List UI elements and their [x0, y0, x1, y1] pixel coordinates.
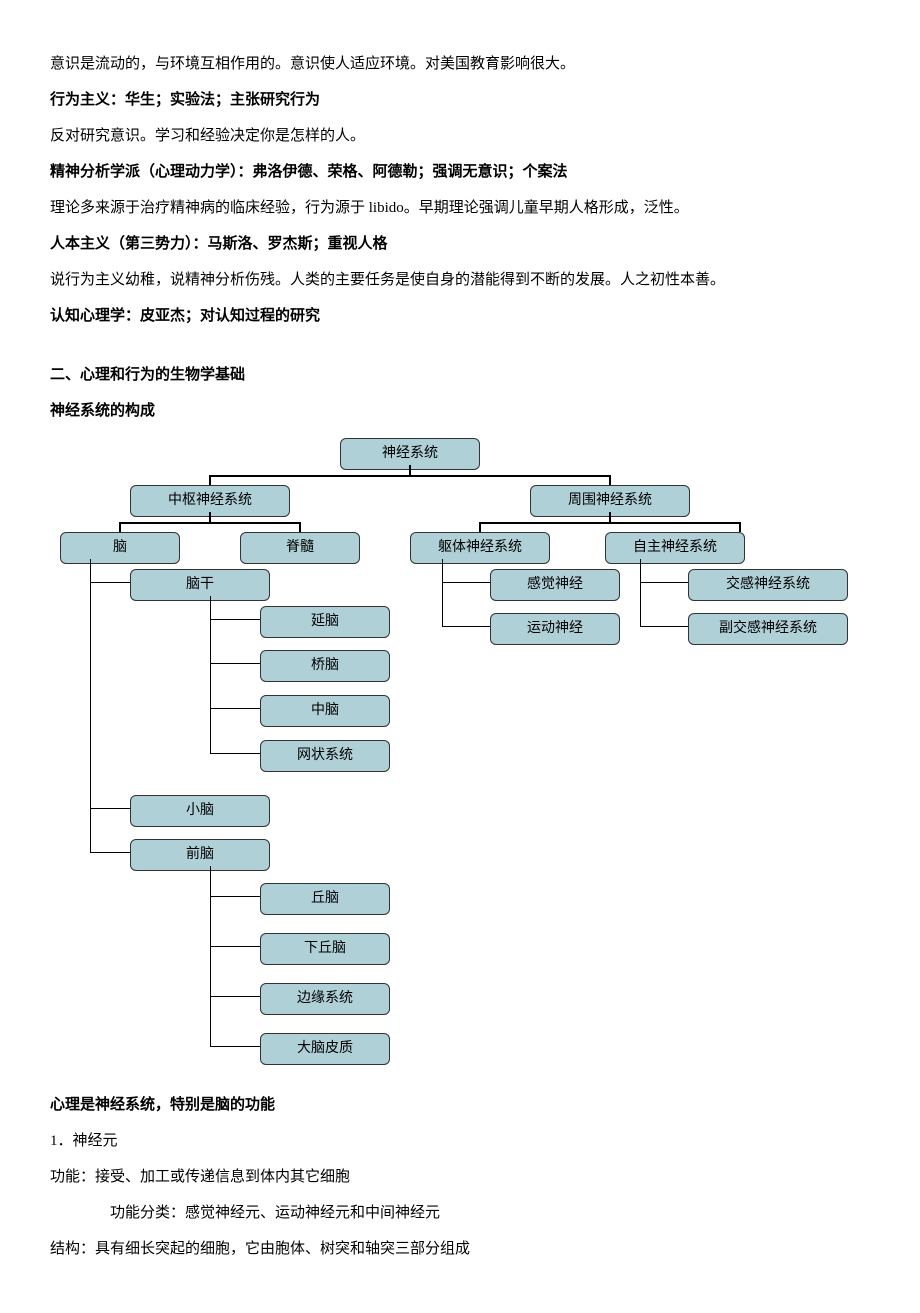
node-autonomic: 自主神经系统: [605, 532, 745, 564]
paragraph-neuron-classification: 功能分类：感觉神经元、运动神经元和中间神经元: [50, 1201, 870, 1225]
section-2-subtitle: 神经系统的构成: [50, 399, 870, 423]
paragraph-neuron-heading: 1．神经元: [50, 1129, 870, 1153]
heading-behaviorism: 行为主义：华生；实验法；主张研究行为: [50, 88, 870, 112]
node-thalamus: 丘脑: [260, 883, 390, 915]
nervous-system-diagram: 神经系统 中枢神经系统 周围神经系统 脑 脊髓 躯体神经系统 自主神经系统 脑干…: [50, 438, 860, 1078]
paragraph-neuron-function: 功能：接受、加工或传递信息到体内其它细胞: [50, 1165, 870, 1189]
paragraph-neuron-structure: 结构：具有细长突起的细胞，它由胞体、树突和轴突三部分组成: [50, 1237, 870, 1261]
node-sensory: 感觉神经: [490, 569, 620, 601]
paragraph: 说行为主义幼稚，说精神分析伤残。人类的主要任务是使自身的潜能得到不断的发展。人之…: [50, 268, 870, 292]
node-hypothalamus: 下丘脑: [260, 933, 390, 965]
node-somatic: 躯体神经系统: [410, 532, 550, 564]
node-brain: 脑: [60, 532, 180, 564]
paragraph: 意识是流动的，与环境互相作用的。意识使人适应环境。对美国教育影响很大。: [50, 52, 870, 76]
node-sympathetic: 交感神经系统: [688, 569, 848, 601]
paragraph-brain-function: 心理是神经系统，特别是脑的功能: [50, 1093, 870, 1117]
paragraph: 理论多来源于治疗精神病的临床经验，行为源于 libido。早期理论强调儿童早期人…: [50, 196, 870, 220]
section-2-title: 二、心理和行为的生物学基础: [50, 363, 870, 387]
node-cerebellum: 小脑: [130, 795, 270, 827]
node-reticular: 网状系统: [260, 740, 390, 772]
node-cortex: 大脑皮质: [260, 1033, 390, 1065]
node-motor: 运动神经: [490, 613, 620, 645]
node-parasympathetic: 副交感神经系统: [688, 613, 848, 645]
node-medulla: 延脑: [260, 606, 390, 638]
node-midbrain: 中脑: [260, 695, 390, 727]
node-limbic: 边缘系统: [260, 983, 390, 1015]
paragraph: 反对研究意识。学习和经验决定你是怎样的人。: [50, 124, 870, 148]
heading-humanism: 人本主义（第三势力）：马斯洛、罗杰斯；重视人格: [50, 232, 870, 256]
heading-psychoanalysis: 精神分析学派（心理动力学）：弗洛伊德、荣格、阿德勒；强调无意识；个案法: [50, 160, 870, 184]
heading-cognitive: 认知心理学：皮亚杰；对认知过程的研究: [50, 304, 870, 328]
node-brainstem: 脑干: [130, 569, 270, 601]
node-spinal: 脊髓: [240, 532, 360, 564]
node-pons: 桥脑: [260, 650, 390, 682]
node-forebrain: 前脑: [130, 839, 270, 871]
